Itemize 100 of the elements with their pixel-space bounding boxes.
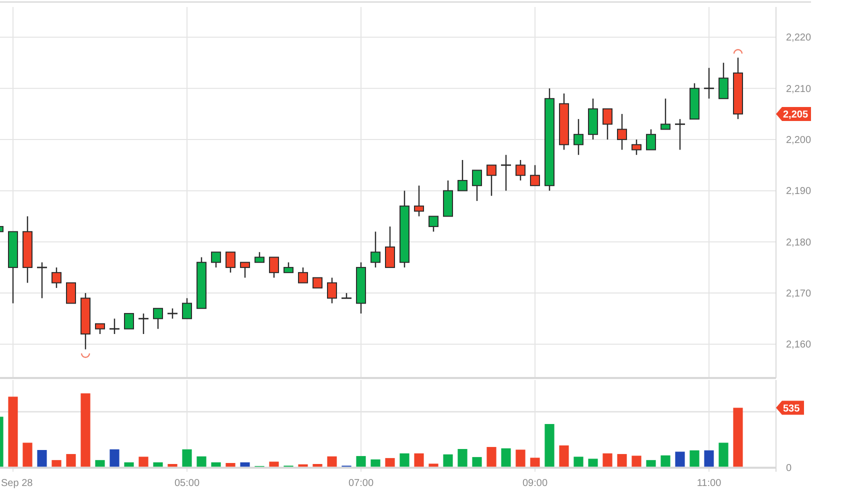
- volume-bar: [617, 454, 627, 467]
- candlestick: [153, 308, 163, 329]
- volume-bar: [400, 453, 410, 467]
- y-tick-label: 535: [783, 403, 800, 414]
- volume-bar: [530, 458, 540, 467]
- candlestick: [66, 282, 76, 304]
- candlestick: [124, 313, 134, 330]
- volume-bar: [327, 456, 337, 467]
- candlestick: [284, 262, 294, 274]
- volume-bar: [588, 458, 598, 467]
- volume-bar: [602, 453, 612, 467]
- candlestick: [37, 262, 47, 298]
- candlestick: [269, 256, 279, 278]
- volume-bar: [501, 448, 511, 467]
- candlestick: [182, 298, 192, 320]
- axis-label: 2,180: [786, 237, 812, 248]
- candlestick: [660, 98, 670, 130]
- volume-bar: [660, 455, 670, 467]
- volume-bar: [0, 416, 4, 467]
- candlestick: [95, 323, 105, 334]
- volume-bar: [559, 445, 569, 467]
- volume-bar: [66, 454, 76, 467]
- volume-tag: 535: [776, 400, 804, 415]
- axis-label: 0: [786, 463, 792, 474]
- candlestick: [602, 108, 612, 140]
- volume-bar: [110, 449, 120, 467]
- candlestick: [559, 93, 569, 150]
- candlestick: [168, 308, 178, 319]
- candlestick: [254, 252, 264, 263]
- candlestick: [342, 293, 352, 299]
- volume-bar: [733, 408, 743, 467]
- candlestick: [588, 98, 598, 140]
- axis-label: 2,200: [786, 135, 812, 146]
- volume-bar: [211, 462, 221, 467]
- volume-bar: [704, 450, 714, 467]
- volume-bar: [22, 442, 32, 467]
- candlestick: [428, 216, 438, 232]
- high-marker: [733, 49, 743, 54]
- candlestick: [22, 216, 32, 283]
- volume-bar: [690, 450, 700, 467]
- volume-bar: [269, 462, 279, 467]
- volume-bar: [443, 454, 453, 467]
- volume-bar: [574, 456, 584, 467]
- axis-label: 2,210: [786, 84, 812, 95]
- candlestick: [675, 119, 685, 150]
- low-marker: [80, 353, 90, 358]
- candlestick: [516, 160, 526, 180]
- volume-bar: [226, 463, 236, 467]
- axis-label: 05:00: [174, 478, 200, 489]
- volume-bar: [240, 462, 250, 467]
- volume-bar: [8, 396, 18, 467]
- candlestick: [52, 267, 62, 288]
- candlestick: [211, 252, 221, 268]
- volume-bar: [458, 449, 468, 467]
- axis-label: 09:00: [522, 478, 548, 489]
- volume-bar: [52, 460, 62, 467]
- volume-bar: [298, 464, 308, 467]
- volume-bar: [516, 450, 526, 467]
- candlestick: [226, 252, 236, 273]
- axis-label: 2,190: [786, 186, 812, 198]
- volume-bar: [312, 464, 322, 467]
- axis-label: Sep 28: [1, 478, 33, 489]
- candlestick: [80, 293, 90, 350]
- volume-bar: [37, 450, 47, 467]
- volume-bar: [472, 457, 482, 467]
- candlestick: [530, 165, 540, 186]
- volume-bar: [718, 442, 728, 467]
- candlestick: [385, 226, 395, 268]
- candlestick: [617, 114, 627, 150]
- candlestick: [718, 62, 728, 100]
- candlestick: [110, 318, 120, 334]
- candlestick: [646, 129, 656, 150]
- axis-label: 07:00: [348, 478, 374, 489]
- axis-label: 2,170: [786, 288, 812, 300]
- volume-bar: [370, 459, 380, 467]
- candlestick: [704, 68, 714, 99]
- volume-bar: [428, 464, 438, 467]
- candlestick: [240, 262, 250, 278]
- candlestick: [458, 160, 468, 192]
- volume-bar: [356, 456, 366, 467]
- candlestick: [327, 278, 337, 304]
- candlestick: [443, 180, 453, 217]
- candlestick: [138, 314, 148, 334]
- candlestick: [632, 140, 642, 155]
- candlestick: [312, 277, 322, 288]
- candlestick: [574, 119, 584, 155]
- volume-bar: [182, 449, 192, 467]
- volume-bar: [486, 446, 496, 467]
- candlestick: [298, 267, 308, 284]
- volume-bar: [544, 424, 554, 467]
- candlestick: [501, 154, 511, 191]
- volume-bar: [196, 456, 206, 467]
- candlestick: [370, 232, 380, 268]
- price-tag: 2,205: [776, 106, 811, 121]
- candlestick: [356, 262, 366, 314]
- candlestick: [733, 58, 743, 120]
- volume-bar: [168, 464, 178, 467]
- candlestick: [472, 170, 482, 201]
- axis-label: 11:00: [696, 478, 722, 489]
- axis-label: 2,160: [786, 340, 812, 351]
